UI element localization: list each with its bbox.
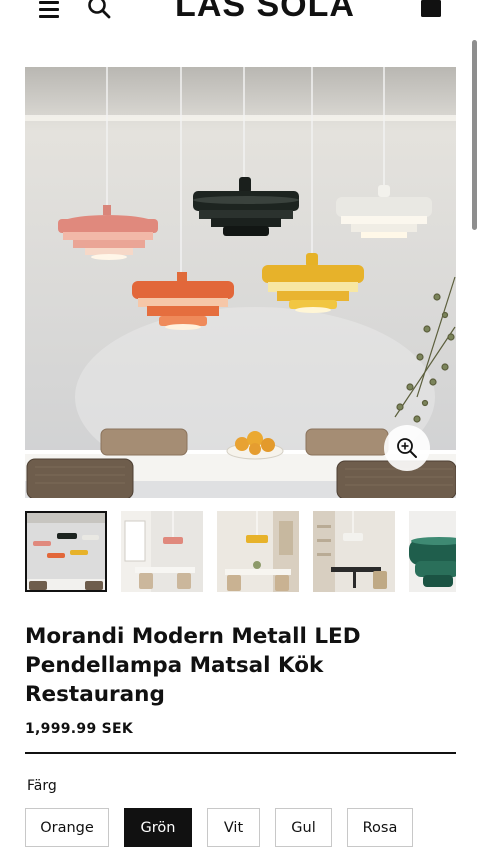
zoom-button[interactable]: [384, 425, 430, 471]
color-option-gron[interactable]: Grön: [124, 808, 192, 847]
thumbnail-image: [409, 511, 456, 592]
price-divider: [25, 752, 456, 754]
thumbnail-image: [217, 511, 299, 592]
thumbnail-image: [121, 511, 203, 592]
brand-logo[interactable]: LAS SOLA: [0, 0, 480, 25]
product-main-image[interactable]: [25, 67, 456, 498]
thumbnail-4[interactable]: [313, 511, 395, 592]
product-price: 1,999.99 SEK: [25, 721, 134, 737]
thumbnail-5[interactable]: [409, 511, 456, 592]
color-option-gul[interactable]: Gul: [275, 808, 332, 847]
color-option-vit[interactable]: Vit: [207, 808, 260, 847]
color-label: Färg: [27, 778, 57, 794]
thumbnail-3[interactable]: [217, 511, 299, 592]
thumbnail-image: [27, 513, 105, 590]
color-option-rosa[interactable]: Rosa: [347, 808, 413, 847]
thumbnail-strip[interactable]: [25, 511, 456, 592]
zoom-in-icon: [397, 438, 417, 458]
thumbnail-1[interactable]: [25, 511, 107, 592]
site-header: LAS SOLA: [0, 0, 480, 40]
page-scrollbar[interactable]: [472, 40, 477, 230]
shopping-bag-icon[interactable]: [419, 0, 443, 18]
color-option-orange[interactable]: Orange: [25, 808, 109, 847]
product-title: Morandi Modern Metall LED Pendellampa Ma…: [25, 624, 361, 707]
thumbnail-2[interactable]: [121, 511, 203, 592]
thumbnail-image: [313, 511, 395, 592]
